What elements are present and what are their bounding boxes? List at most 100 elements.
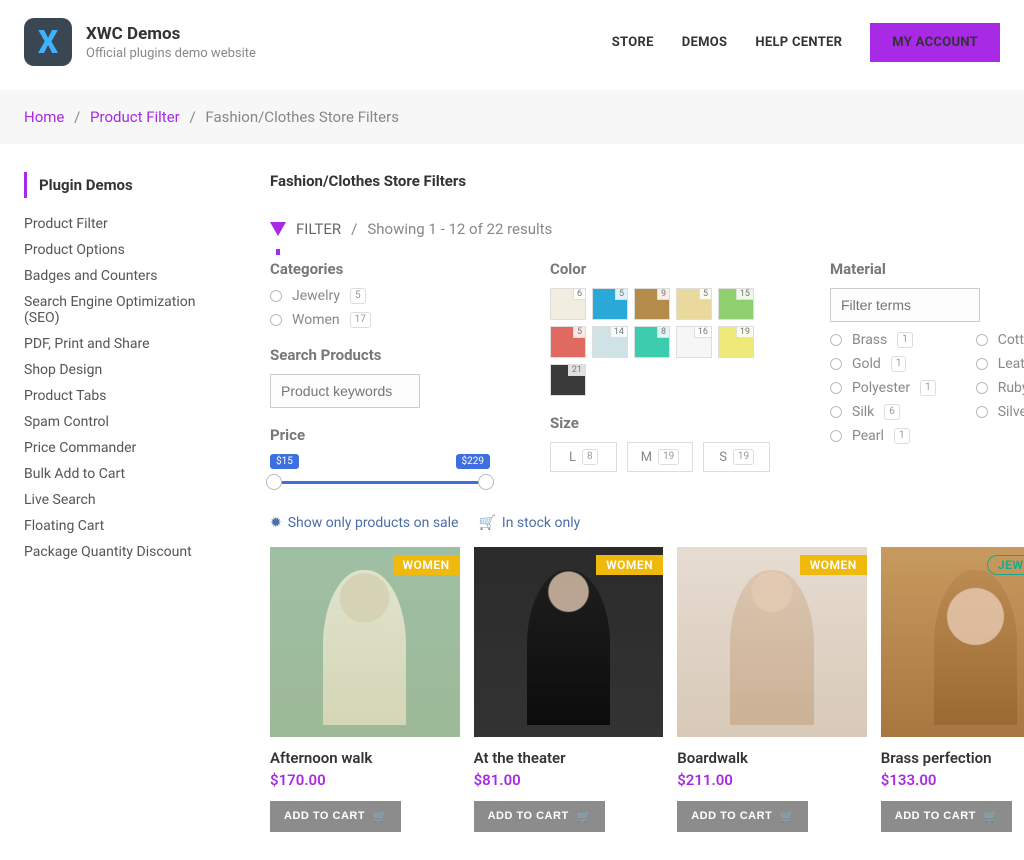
add-to-cart-button[interactable]: ADD TO CART 🛒 (881, 801, 1012, 832)
product-card[interactable]: JEWELRYBrass perfection$133.00ADD TO CAR… (881, 547, 1024, 832)
crumb-product-filter[interactable]: Product Filter (90, 108, 180, 126)
material-option[interactable]: Silver 1 (976, 404, 1024, 420)
crumb-home[interactable]: Home (24, 108, 64, 126)
material-option[interactable]: Gold 1 (830, 356, 936, 372)
material-option[interactable]: Cotton 6 (976, 332, 1024, 348)
header: X XWC Demos Official plugins demo websit… (0, 0, 1024, 90)
material-option[interactable]: Leather 1 (976, 356, 1024, 372)
crumb-current: Fashion/Clothes Store Filters (205, 108, 399, 126)
product-image[interactable]: WOMEN (677, 547, 867, 737)
size-option[interactable]: M 19 (627, 442, 694, 472)
color-swatch[interactable]: 14 (592, 326, 628, 358)
sidebar-item[interactable]: Floating Cart (24, 518, 234, 534)
sidebar-item[interactable]: Product Options (24, 242, 234, 258)
main-content: Fashion/Clothes Store Filters FILTER / S… (270, 172, 1024, 832)
sidebar-item[interactable]: Badges and Counters (24, 268, 234, 284)
price-min: $15 (270, 454, 299, 469)
site-title: XWC Demos (86, 24, 256, 44)
sidebar-item[interactable]: Price Commander (24, 440, 234, 456)
categories-heading: Categories (270, 260, 490, 278)
color-swatch[interactable]: 5 (550, 326, 586, 358)
color-swatch[interactable]: 15 (718, 288, 754, 320)
product-price: $211.00 (677, 771, 867, 789)
material-option[interactable]: Brass 1 (830, 332, 936, 348)
product-price: $133.00 (881, 771, 1024, 789)
sidebar-list: Product Filter Product Options Badges and … (24, 216, 234, 560)
product-image[interactable]: WOMEN (474, 547, 664, 737)
slider-knob-max[interactable] (478, 474, 494, 490)
sidebar-item[interactable]: Package Quantity Discount (24, 544, 234, 560)
sidebar-item[interactable]: Product Filter (24, 216, 234, 232)
category-option[interactable]: Women 17 (270, 312, 490, 328)
add-to-cart-button[interactable]: ADD TO CART 🛒 (677, 801, 808, 832)
sidebar: Plugin Demos Product Filter Product Optio… (24, 172, 234, 832)
product-badge: WOMEN (800, 555, 867, 575)
size-option[interactable]: S 19 (703, 442, 770, 472)
add-to-cart-button[interactable]: ADD TO CART 🛒 (474, 801, 605, 832)
size-option[interactable]: L 8 (550, 442, 617, 472)
product-title: At the theater (474, 749, 664, 767)
price-slider[interactable] (270, 473, 490, 491)
color-swatch[interactable]: 5 (676, 288, 712, 320)
material-filter-input[interactable] (830, 288, 980, 322)
material-option[interactable]: Ruby 1 (976, 380, 1024, 396)
stock-toggle[interactable]: 🛒 In stock only (478, 515, 580, 531)
sidebar-item[interactable]: PDF, Print and Share (24, 336, 234, 352)
color-swatch[interactable]: 6 (550, 288, 586, 320)
color-swatch[interactable]: 16 (676, 326, 712, 358)
breadcrumb: Home / Product Filter / Fashion/Clothes … (0, 90, 1024, 144)
material-option[interactable]: Pearl 1 (830, 428, 936, 444)
logo-icon: X (24, 18, 72, 66)
sidebar-item[interactable]: Bulk Add to Cart (24, 466, 234, 482)
product-card[interactable]: WOMENBoardwalk$211.00ADD TO CART 🛒 (677, 547, 867, 832)
product-badge: WOMEN (596, 555, 663, 575)
funnel-icon (270, 222, 286, 236)
sidebar-item[interactable]: Shop Design (24, 362, 234, 378)
burst-icon: ✹ (270, 515, 282, 531)
sidebar-item[interactable]: Spam Control (24, 414, 234, 430)
sidebar-item[interactable]: Product Tabs (24, 388, 234, 404)
product-image[interactable]: JEWELRY (881, 547, 1024, 737)
sidebar-item[interactable]: Search Engine Optimization (SEO) (24, 294, 234, 326)
results-text: Showing 1 - 12 of 22 results (367, 220, 552, 238)
material-option[interactable]: Silk 6 (830, 404, 936, 420)
filter-summary: FILTER / Showing 1 - 12 of 22 results (270, 220, 1024, 238)
product-card[interactable]: WOMEN At the theater $81.00 ADD TO CART 🛒 (474, 547, 664, 832)
logo-block[interactable]: X XWC Demos Official plugins demo websit… (24, 18, 256, 66)
sale-toggle[interactable]: ✹ Show only products on sale (270, 515, 458, 531)
color-swatch[interactable]: 5 (592, 288, 628, 320)
color-swatch[interactable]: 9 (634, 288, 670, 320)
cart-icon: 🛒 (478, 515, 495, 531)
site-subtitle: Official plugins demo website (86, 46, 256, 61)
nav-demos[interactable]: DEMOS (682, 35, 728, 50)
color-swatch[interactable]: 19 (718, 326, 754, 358)
material-option[interactable]: Polyester 1 (830, 380, 936, 396)
material-heading: Material (830, 260, 1024, 278)
add-to-cart-button[interactable]: ADD TO CART 🛒 (270, 801, 401, 832)
price-heading: Price (270, 426, 490, 444)
nav-help[interactable]: HELP CENTER (755, 35, 842, 50)
product-image[interactable]: WOMEN (270, 547, 460, 737)
sidebar-heading: Plugin Demos (24, 172, 234, 198)
product-grid: WOMENAfternoon walk$170.00ADD TO CART 🛒W… (270, 547, 1024, 832)
filter-label: FILTER (296, 220, 341, 238)
color-swatch[interactable]: 21 (550, 364, 586, 396)
product-title: Afternoon walk (270, 749, 460, 767)
price-max: $229 (456, 454, 490, 469)
sidebar-item[interactable]: Live Search (24, 492, 234, 508)
cart-icon: 🛒 (780, 810, 794, 823)
color-swatch[interactable]: 8 (634, 326, 670, 358)
top-nav: STORE DEMOS HELP CENTER MY ACCOUNT (612, 23, 1000, 62)
slider-knob-min[interactable] (266, 474, 282, 490)
cart-icon: 🛒 (373, 810, 387, 823)
account-button[interactable]: MY ACCOUNT (870, 23, 1000, 62)
page-title: Fashion/Clothes Store Filters (270, 172, 1024, 190)
search-input[interactable] (270, 374, 420, 408)
nav-store[interactable]: STORE (612, 35, 654, 50)
product-price: $81.00 (474, 771, 664, 789)
product-card[interactable]: WOMENAfternoon walk$170.00ADD TO CART 🛒 (270, 547, 460, 832)
color-heading: Color (550, 260, 770, 278)
size-heading: Size (550, 414, 770, 432)
filter-options: ✹ Show only products on sale 🛒 In stock … (270, 515, 1024, 531)
category-option[interactable]: Jewelry 5 (270, 288, 490, 304)
